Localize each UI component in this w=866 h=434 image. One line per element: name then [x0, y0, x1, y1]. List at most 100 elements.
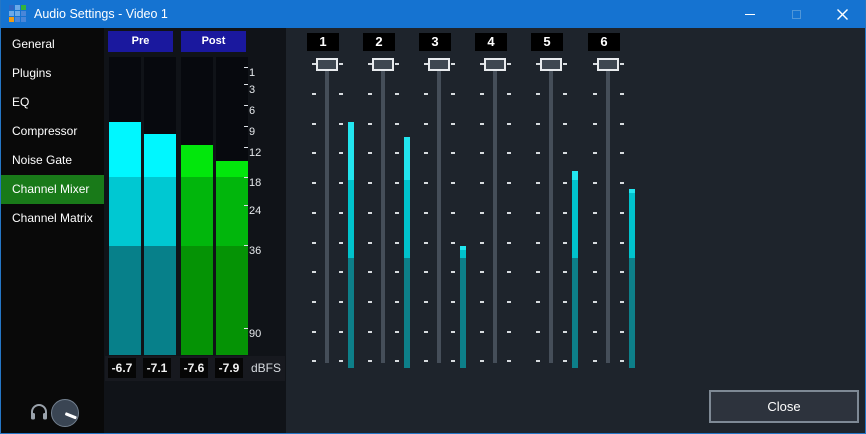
slider-scale-tick [480, 242, 484, 244]
slider-handle-tick [451, 63, 455, 65]
slider-scale-tick [536, 360, 540, 362]
slider-scale-tick [339, 331, 343, 333]
scale-tick-mark [244, 245, 248, 246]
slider-scale-tick [563, 212, 567, 214]
channel-number-label: 2 [363, 33, 395, 51]
meter-readout: -7.6 [180, 358, 208, 378]
slider-scale-tick [424, 93, 428, 95]
slider-scale-tick [480, 152, 484, 154]
slider-scale-tick [620, 331, 624, 333]
slider-scale-tick [424, 331, 428, 333]
meter-bar-segment [181, 246, 213, 355]
app-icon-square [15, 17, 20, 22]
slider-scale-tick [339, 93, 343, 95]
scale-tick-mark [244, 147, 248, 148]
sidebar-item-eq[interactable]: EQ [1, 88, 104, 117]
slider-scale-tick [507, 301, 511, 303]
slider-scale-tick [507, 360, 511, 362]
channel-slider-handle[interactable] [316, 58, 338, 71]
channel-slider-track[interactable] [493, 70, 497, 363]
slider-scale-tick [536, 331, 540, 333]
slider-scale-tick [339, 360, 343, 362]
meter-bar-segment [216, 161, 248, 177]
slider-handle-tick [507, 63, 511, 65]
close-button[interactable]: Close [709, 390, 859, 423]
meter-bar-segment [144, 134, 176, 177]
monitor-volume-knob[interactable] [51, 399, 79, 427]
scale-tick-mark [244, 328, 248, 329]
channel-level-meter-segment [572, 258, 578, 368]
channel-slider-handle[interactable] [372, 58, 394, 71]
channel-number-label: 6 [588, 33, 620, 51]
slider-scale-tick [451, 152, 455, 154]
channel-level-meter-segment [348, 180, 354, 258]
slider-scale-tick [536, 271, 540, 273]
slider-scale-tick [368, 360, 372, 362]
channel-slider-track[interactable] [549, 70, 553, 363]
slider-scale-tick [536, 301, 540, 303]
sidebar-item-channel-mixer[interactable]: Channel Mixer [1, 175, 104, 204]
slider-scale-tick [536, 212, 540, 214]
meter-readout: -7.9 [215, 358, 243, 378]
channel-level-meter-segment [348, 258, 354, 368]
slider-scale-tick [368, 93, 372, 95]
slider-scale-tick [368, 123, 372, 125]
slider-scale-tick [424, 182, 428, 184]
scale-label: 1 [249, 67, 255, 79]
scale-label: 18 [249, 177, 261, 189]
slider-scale-tick [507, 152, 511, 154]
slider-scale-tick [424, 271, 428, 273]
close-window-button[interactable] [819, 0, 865, 28]
channel-slider-track[interactable] [325, 70, 329, 363]
sidebar-item-noise-gate[interactable]: Noise Gate [1, 146, 104, 175]
channel-slider-track[interactable] [437, 70, 441, 363]
slider-scale-tick [563, 360, 567, 362]
sidebar-item-general[interactable]: General [1, 30, 104, 59]
channel-level-meter-segment [404, 180, 410, 258]
minimize-button[interactable] [727, 0, 773, 28]
slider-scale-tick [563, 301, 567, 303]
slider-scale-tick [424, 242, 428, 244]
scale-tick-mark [244, 67, 248, 68]
slider-scale-tick [451, 212, 455, 214]
app-icon-square [15, 11, 20, 16]
meter-bar-segment [109, 177, 141, 246]
channel-level-meter-segment [460, 250, 466, 258]
headphones-monitor-button[interactable] [29, 402, 49, 422]
channel-level-meter-segment [572, 171, 578, 180]
app-icon-square [21, 5, 26, 10]
slider-scale-tick [563, 242, 567, 244]
channel-slider-track[interactable] [606, 70, 610, 363]
slider-scale-tick [480, 301, 484, 303]
slider-scale-tick [507, 93, 511, 95]
sidebar-item-plugins[interactable]: Plugins [1, 59, 104, 88]
slider-scale-tick [536, 152, 540, 154]
slider-scale-tick [480, 271, 484, 273]
slider-scale-tick [339, 301, 343, 303]
channel-slider-handle[interactable] [428, 58, 450, 71]
slider-scale-tick [451, 360, 455, 362]
slider-handle-tick [620, 63, 624, 65]
slider-scale-tick [480, 123, 484, 125]
channel-slider-handle[interactable] [484, 58, 506, 71]
slider-scale-tick [424, 212, 428, 214]
slider-scale-tick [424, 360, 428, 362]
channel-slider-handle[interactable] [540, 58, 562, 71]
slider-scale-tick [536, 242, 540, 244]
maximize-button[interactable] [773, 0, 819, 28]
slider-scale-tick [312, 360, 316, 362]
sidebar-item-channel-matrix[interactable]: Channel Matrix [1, 204, 104, 233]
slider-scale-tick [312, 301, 316, 303]
slider-scale-tick [620, 212, 624, 214]
slider-scale-tick [536, 123, 540, 125]
slider-scale-tick [620, 182, 624, 184]
slider-scale-tick [312, 242, 316, 244]
slider-scale-tick [593, 152, 597, 154]
channel-slider-handle[interactable] [597, 58, 619, 71]
sidebar-item-compressor[interactable]: Compressor [1, 117, 104, 146]
channel-number-label: 3 [419, 33, 451, 51]
channel-slider-track[interactable] [381, 70, 385, 363]
title-bar[interactable]: Audio Settings - Video 1 [1, 0, 865, 28]
slider-scale-tick [593, 360, 597, 362]
slider-scale-tick [312, 182, 316, 184]
